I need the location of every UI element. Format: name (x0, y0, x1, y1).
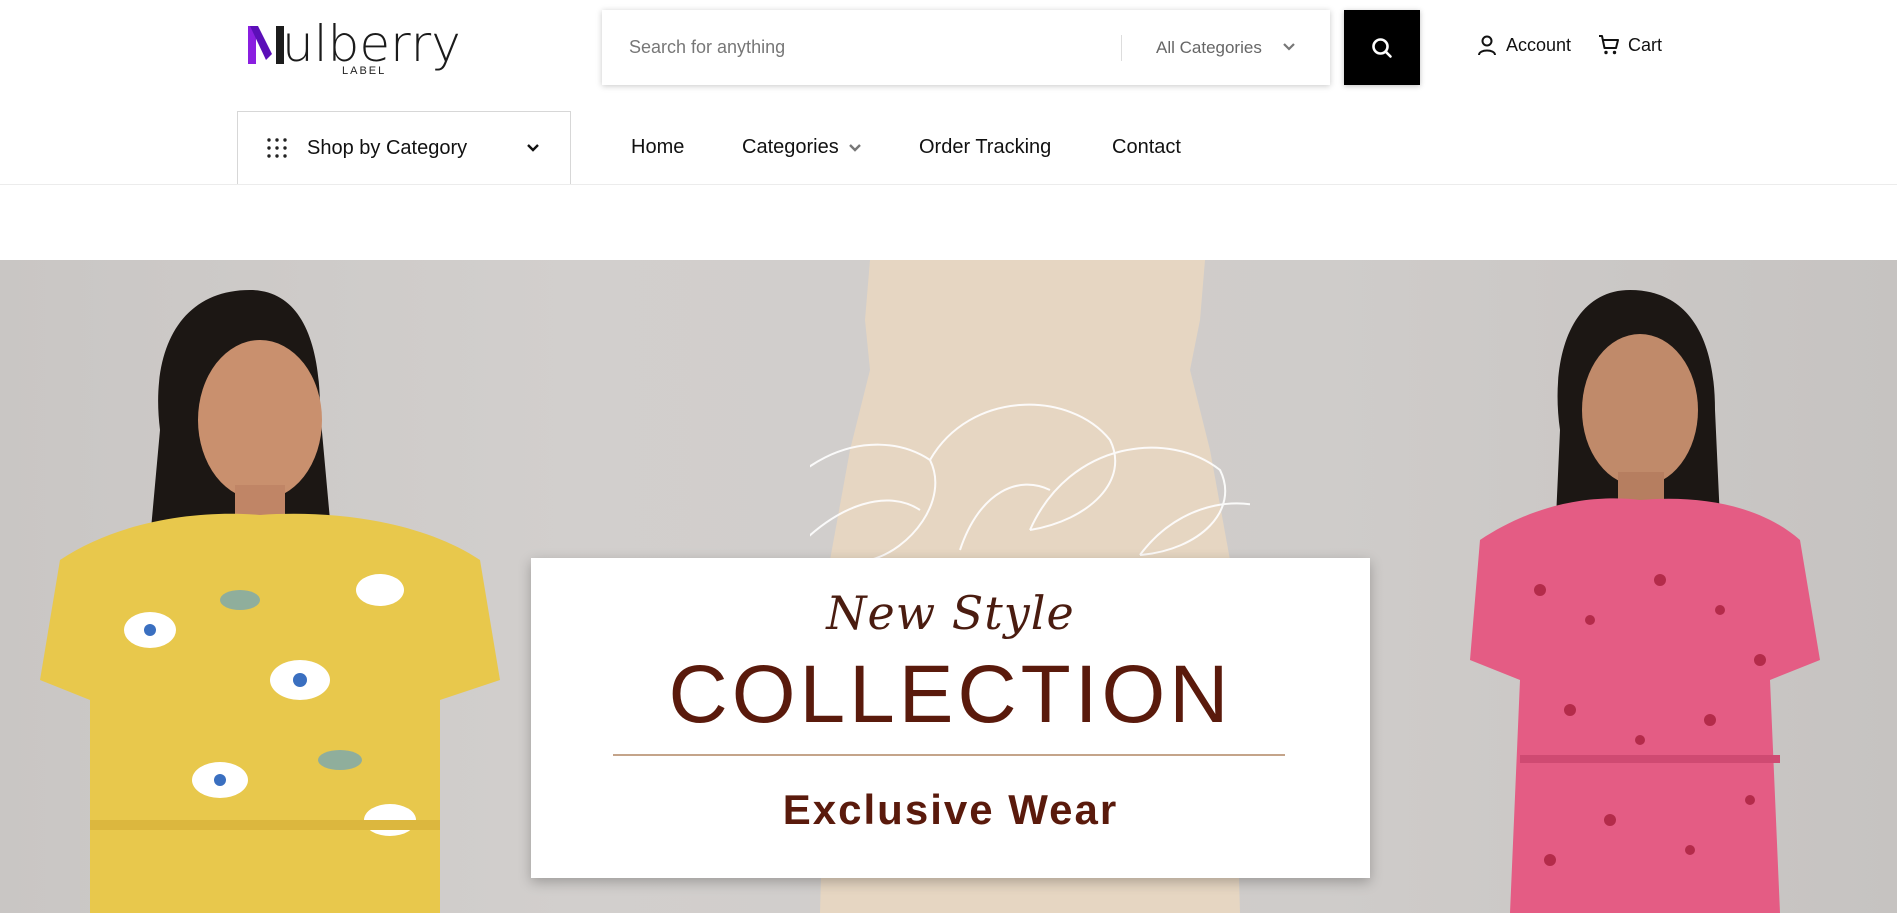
account-label: Account (1506, 34, 1572, 55)
user-icon (1478, 35, 1496, 56)
hero-card: New Style COLLECTION Exclusive Wear (531, 558, 1370, 878)
hero-banner[interactable]: New Style COLLECTION Exclusive Wear (0, 260, 1897, 913)
hero-line-2: COLLECTION (668, 649, 1233, 740)
category-select-label: All Categories (1156, 37, 1262, 57)
grid-icon (267, 138, 287, 158)
chevron-down-icon (527, 144, 539, 152)
search-bar: All Categories (602, 10, 1330, 85)
hero-model-right (1470, 290, 1820, 913)
chevron-down-icon (848, 143, 861, 152)
brand-logo[interactable]: ulberry LABEL (246, 15, 486, 80)
shop-by-category-button[interactable]: Shop by Category (237, 111, 571, 185)
nav-order-tracking[interactable]: Order Tracking (919, 136, 1051, 159)
search-icon (1372, 37, 1392, 58)
shop-by-category-label: Shop by Category (307, 136, 468, 159)
search-input[interactable] (602, 10, 1121, 85)
nav-contact-label: Contact (1112, 136, 1181, 158)
nav-contact[interactable]: Contact (1112, 136, 1181, 159)
hero-line-1: New Style (826, 586, 1075, 640)
account-link[interactable]: Account (1476, 34, 1571, 56)
brand-label: LABEL (342, 65, 387, 77)
nav-home[interactable]: Home (631, 136, 684, 159)
nav-divider (0, 184, 1897, 185)
search-button[interactable] (1344, 10, 1420, 85)
cart-link[interactable]: Cart (1598, 34, 1662, 56)
brand-name: ulberry (282, 15, 461, 73)
cart-icon (1599, 35, 1619, 55)
nav-order-tracking-label: Order Tracking (919, 136, 1052, 158)
hero-model-left (40, 290, 500, 913)
chevron-down-icon (1283, 42, 1295, 51)
hero-line-3: Exclusive Wear (782, 786, 1119, 833)
hero-divider (613, 754, 1285, 756)
category-select[interactable]: All Categories (1122, 10, 1330, 85)
nav-home-label: Home (631, 136, 685, 158)
cart-label: Cart (1628, 34, 1663, 55)
nav-categories[interactable]: Categories (742, 136, 862, 159)
nav-categories-label: Categories (742, 136, 839, 158)
